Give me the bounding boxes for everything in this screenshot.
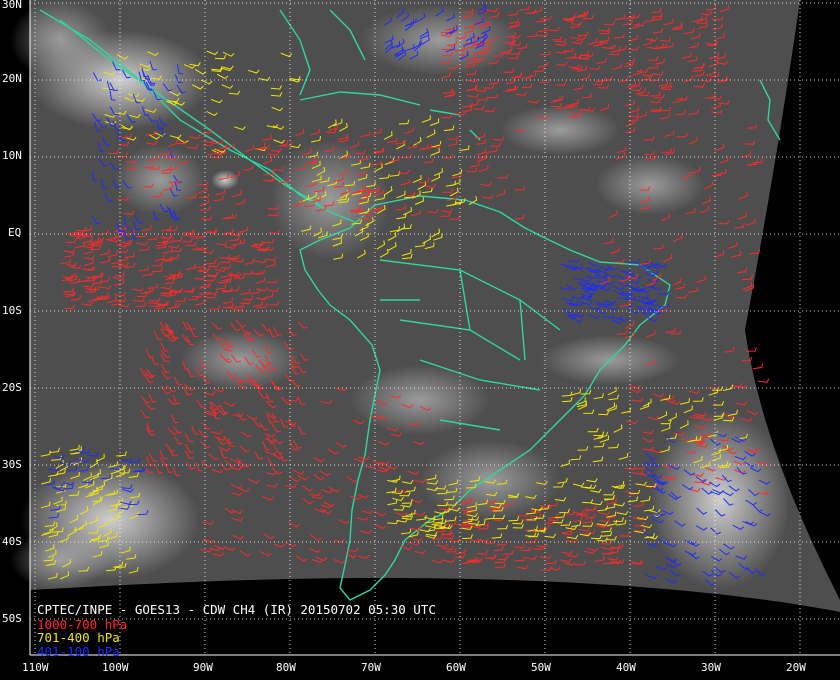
lat-label-10s: 10S [2, 304, 22, 317]
satellite-wind-map: 30N 20N 10N EQ 10S 20S 30S 40S 50S 110W … [0, 0, 840, 680]
lat-label-20s: 20S [2, 381, 22, 394]
lat-label-10n: 10N [2, 149, 22, 162]
lon-label-20w: 20W [786, 661, 806, 674]
lon-label-40w: 40W [616, 661, 636, 674]
legend-item-high-level: 401-100 hPa [37, 644, 120, 659]
lat-label-40s: 40S [2, 535, 22, 548]
lon-label-100w: 100W [102, 661, 129, 674]
lon-label-60w: 60W [446, 661, 466, 674]
lat-label-30n: 30N [2, 0, 22, 11]
lat-label-30s: 30S [2, 458, 22, 471]
lon-label-80w: 80W [276, 661, 296, 674]
lon-label-30w: 30W [701, 661, 721, 674]
lon-label-90w: 90W [193, 661, 213, 674]
map-caption-title: CPTEC/INPE - GOES13 - CDW CH4 (IR) 20150… [37, 602, 436, 617]
lat-label-50s: 50S [2, 612, 22, 625]
lat-label-20n: 20N [2, 72, 22, 85]
lon-label-50w: 50W [531, 661, 551, 674]
lat-label-eq: EQ [8, 226, 21, 239]
lon-label-70w: 70W [361, 661, 381, 674]
lon-label-110w: 110W [22, 661, 49, 674]
